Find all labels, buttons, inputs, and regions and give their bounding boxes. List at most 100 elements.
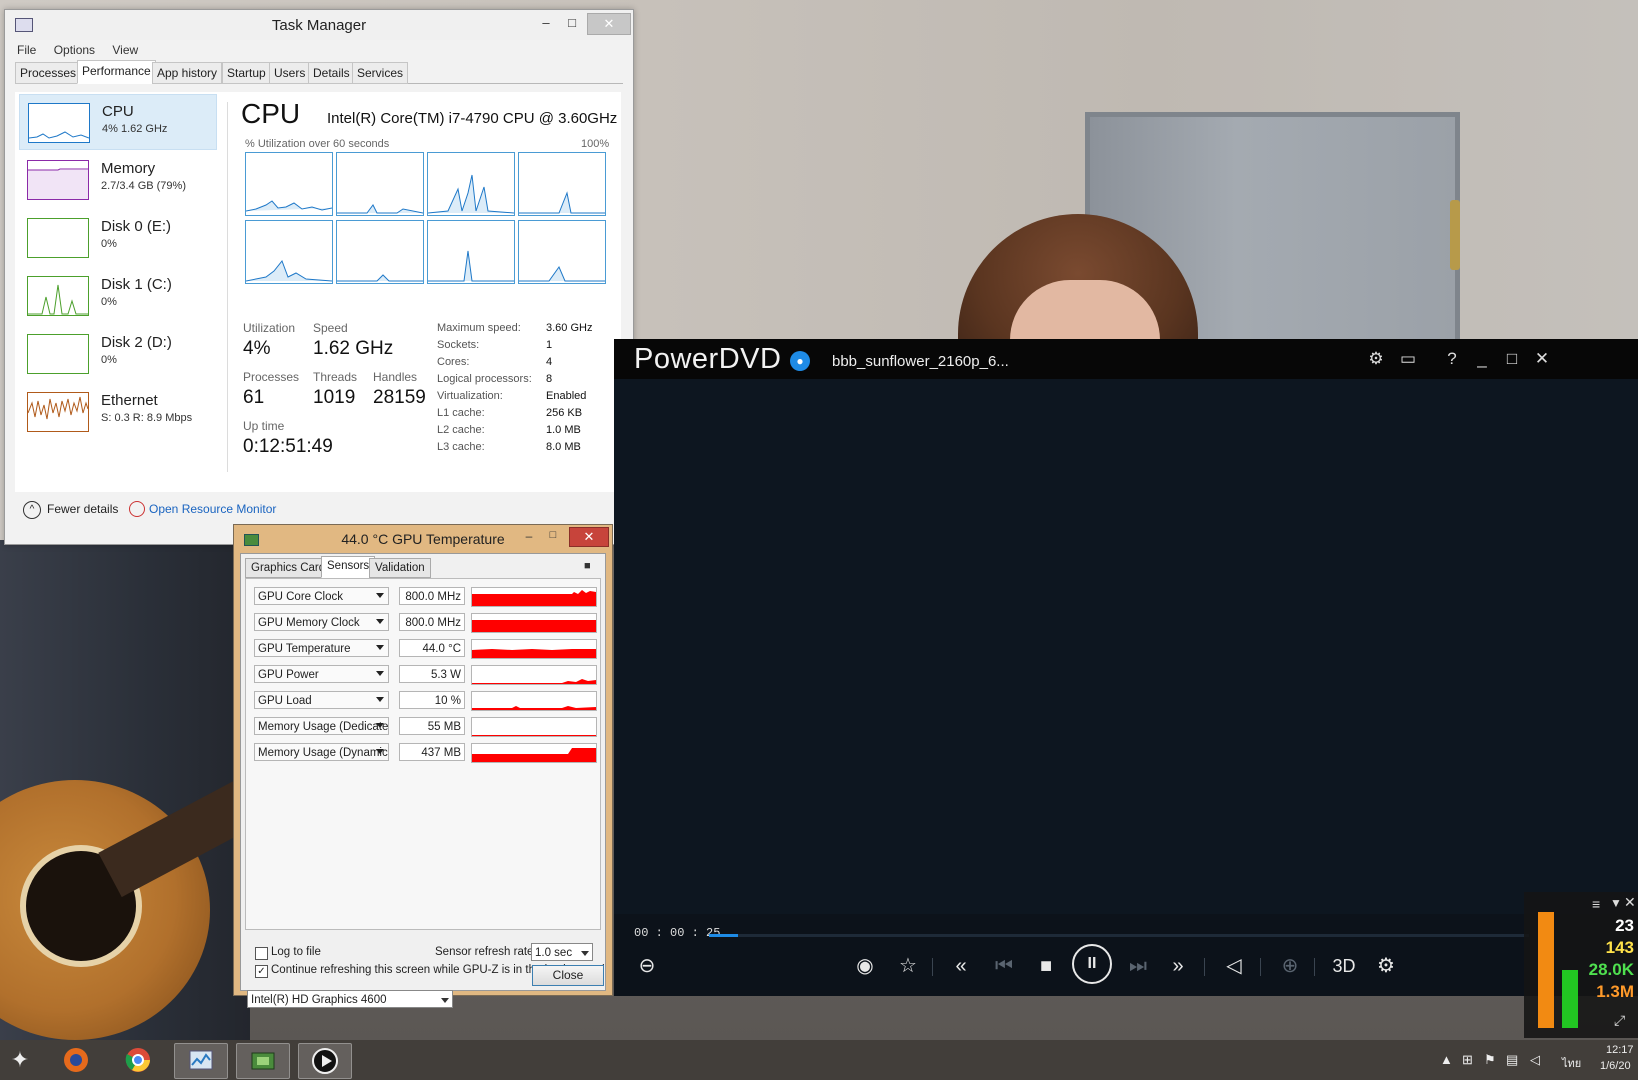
sidebar-item-memory[interactable]: Memory 2.7/3.4 GB (79%) xyxy=(19,152,215,206)
chrome-taskbar-button[interactable] xyxy=(112,1043,164,1077)
sensor-name-dropdown[interactable]: GPU Core Clock xyxy=(254,587,389,605)
eye-icon[interactable]: ◉ xyxy=(849,950,881,982)
tab-users[interactable]: Users xyxy=(269,62,311,84)
sidebar-item-ethernet[interactable]: Ethernet S: 0.3 R: 8.9 Mbps xyxy=(19,384,215,438)
sensor-name-dropdown[interactable]: Memory Usage (Dynamic) xyxy=(254,743,389,761)
dropdown-arrow-icon[interactable] xyxy=(376,749,384,754)
tab-performance[interactable]: Performance xyxy=(77,60,156,84)
maximize-icon[interactable]: □ xyxy=(1500,347,1524,371)
tab-details[interactable]: Details xyxy=(308,62,355,84)
dropdown-arrow-icon[interactable] xyxy=(376,671,384,676)
dropdown-arrow-icon[interactable] xyxy=(376,593,384,598)
menu-icon[interactable]: ≡ xyxy=(1592,896,1600,912)
sensor-name-dropdown[interactable]: GPU Memory Clock xyxy=(254,613,389,631)
gpuz-window[interactable]: 44.0 °C GPU Temperature – □ ✕ Graphics C… xyxy=(233,524,613,1008)
fast-forward-icon[interactable]: » xyxy=(1162,950,1194,982)
fewer-details-link[interactable]: Fewer details xyxy=(47,502,118,516)
refresh-rate-select[interactable]: 1.0 sec xyxy=(531,943,593,961)
maximize-button[interactable]: □ xyxy=(545,529,561,541)
playback-settings-icon[interactable]: ⚙ xyxy=(1370,950,1402,982)
tab-graphics-card[interactable]: Graphics Card xyxy=(245,558,332,578)
volume-icon[interactable]: ◁ xyxy=(1218,950,1250,982)
help-icon[interactable]: ? xyxy=(1440,347,1464,371)
camera-icon[interactable]: ■ xyxy=(584,560,591,572)
close-icon[interactable]: ✕ xyxy=(1530,347,1554,371)
powerdvd-titlebar[interactable]: PowerDVD ● bbb_sunflower_2160p_6... ⚙ ▭ … xyxy=(614,339,1638,379)
sensor-name-dropdown[interactable]: GPU Power xyxy=(254,665,389,683)
sensor-name-dropdown[interactable]: Memory Usage (Dedicated) xyxy=(254,717,389,735)
task-manager-titlebar[interactable]: Task Manager – □ ✕ xyxy=(5,10,633,40)
clock-time[interactable]: 12:17 xyxy=(1606,1044,1634,1056)
collapse-icon[interactable]: ▼ xyxy=(1610,896,1622,910)
close-button[interactable]: ✕ xyxy=(587,13,631,35)
tab-sensors[interactable]: Sensors xyxy=(321,556,376,578)
bookmark-icon[interactable]: ☆ xyxy=(892,950,924,982)
close-icon[interactable]: ✕ xyxy=(1624,894,1636,911)
dropdown-arrow-icon[interactable] xyxy=(376,723,384,728)
next-icon[interactable]: ⏭ xyxy=(1122,950,1154,982)
sensor-name-dropdown[interactable]: GPU Load xyxy=(254,691,389,709)
rewind-icon[interactable]: « xyxy=(945,950,977,982)
pause-button[interactable]: II xyxy=(1072,944,1112,984)
dropdown-arrow-icon[interactable] xyxy=(376,697,384,702)
windows-icon[interactable]: ⊞ xyxy=(1462,1052,1473,1068)
tab-app-history[interactable]: App history xyxy=(152,62,223,84)
utilization-graph-label: % Utilization over 60 seconds xyxy=(245,138,390,150)
task-manager-taskbar-button[interactable] xyxy=(174,1043,228,1079)
chevron-up-icon[interactable]: ^ xyxy=(23,501,41,519)
zoom-icon[interactable]: ⊕ xyxy=(1274,950,1306,982)
flag-icon[interactable]: ⚑ xyxy=(1484,1052,1496,1068)
input-language[interactable]: ไทย xyxy=(1562,1054,1581,1072)
sidebar-item-disk1[interactable]: Disk 1 (C:) 0% xyxy=(19,268,215,322)
meter-value: 1.3M xyxy=(1596,982,1634,1001)
gpuz-taskbar-button[interactable] xyxy=(236,1043,290,1079)
settings-icon[interactable]: ⚙ xyxy=(1364,347,1388,371)
tab-processes[interactable]: Processes xyxy=(15,62,82,84)
previous-icon[interactable]: ⏮ xyxy=(988,950,1020,982)
task-manager-window[interactable]: Task Manager – □ ✕ File Options View Pro… xyxy=(4,9,634,545)
stop-icon[interactable]: ■ xyxy=(1030,950,1062,982)
start-icon[interactable]: ✦ xyxy=(6,1046,34,1074)
tab-validation[interactable]: Validation xyxy=(369,558,431,578)
show-hidden-icons-icon[interactable]: ▲ xyxy=(1440,1052,1453,1067)
powerdvd-taskbar-button[interactable] xyxy=(298,1043,352,1079)
back-icon[interactable]: ⊖ xyxy=(631,950,663,982)
maximize-button[interactable]: □ xyxy=(561,13,583,33)
device-select[interactable]: Intel(R) HD Graphics 4600 xyxy=(247,990,453,1008)
close-button[interactable]: ✕ xyxy=(569,527,609,547)
volume-icon[interactable]: ◁ xyxy=(1530,1052,1540,1068)
core-graph xyxy=(245,152,333,216)
tv-mode-icon[interactable]: ▭ xyxy=(1396,347,1420,371)
minimize-button[interactable]: – xyxy=(521,529,537,543)
video-area[interactable] xyxy=(614,379,1638,914)
network-icon[interactable]: ▤ xyxy=(1506,1052,1518,1068)
sensor-name-dropdown[interactable]: GPU Temperature xyxy=(254,639,389,657)
firefox-taskbar-button[interactable] xyxy=(50,1043,102,1077)
menu-file[interactable]: File xyxy=(17,40,36,60)
minimize-icon[interactable]: _ xyxy=(1470,347,1494,371)
continue-refreshing-checkbox[interactable]: ✓ xyxy=(255,965,268,978)
sidebar-item-disk0[interactable]: Disk 0 (E:) 0% xyxy=(19,210,215,264)
close-button[interactable]: Close xyxy=(532,965,604,986)
sidebar-item-cpu[interactable]: CPU 4% 1.62 GHz xyxy=(19,94,217,150)
minimize-button[interactable]: – xyxy=(535,13,557,33)
menu-options[interactable]: Options xyxy=(54,40,95,60)
dropdown-arrow-icon[interactable] xyxy=(376,645,384,650)
sidebar-item-sub: 0% xyxy=(101,354,117,366)
powerdvd-window[interactable]: PowerDVD ● bbb_sunflower_2160p_6... ⚙ ▭ … xyxy=(614,339,1638,996)
open-resource-monitor-link[interactable]: Open Resource Monitor xyxy=(149,502,276,516)
dropdown-arrow-icon[interactable] xyxy=(376,619,384,624)
clock-date[interactable]: 1/6/20 xyxy=(1600,1060,1631,1072)
tab-startup[interactable]: Startup xyxy=(222,62,271,84)
bell-icon[interactable]: ● xyxy=(790,351,810,371)
resource-monitor-icon[interactable] xyxy=(129,501,145,517)
processes-value: 61 xyxy=(243,387,265,408)
expand-icon[interactable]: ⤢ xyxy=(1614,1012,1625,1029)
seek-bar[interactable] xyxy=(709,934,1529,937)
overlay-meter[interactable]: ≡ ▼ ✕ 23 143 28.0K 1.3M ⤢ xyxy=(1524,892,1638,1038)
tab-services[interactable]: Services xyxy=(352,62,409,84)
log-to-file-checkbox[interactable] xyxy=(255,947,268,960)
sidebar-item-disk2[interactable]: Disk 2 (D:) 0% xyxy=(19,326,215,380)
menu-view[interactable]: View xyxy=(112,40,138,60)
3d-button[interactable]: 3D xyxy=(1328,950,1360,982)
